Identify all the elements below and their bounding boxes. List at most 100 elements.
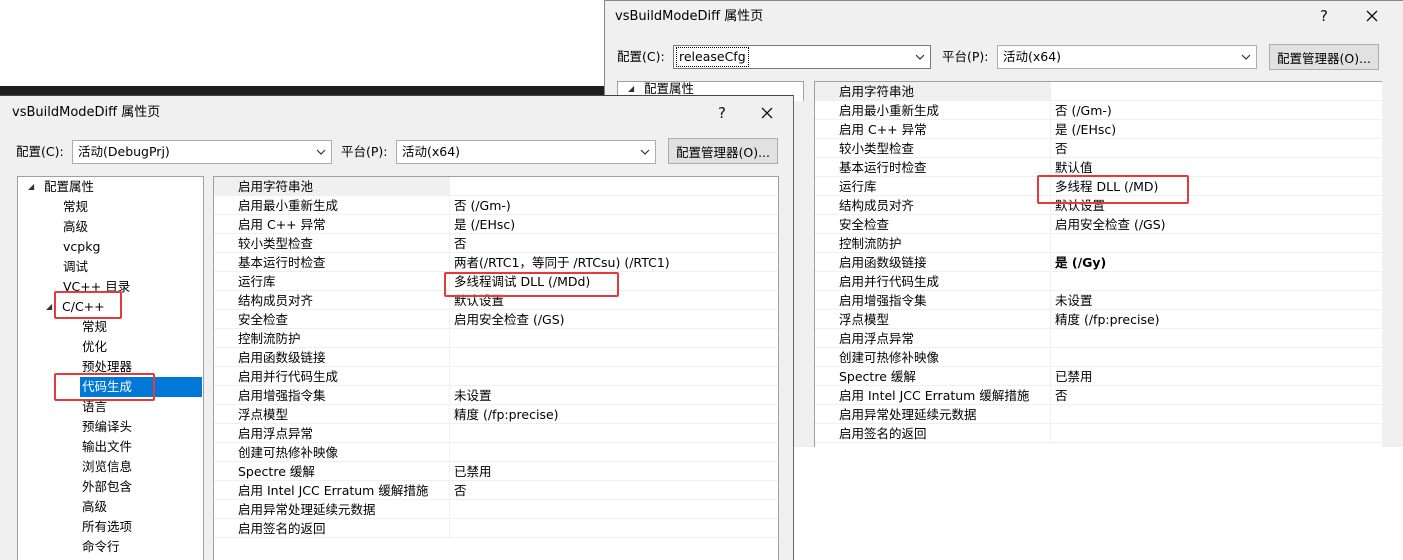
close-icon[interactable] [748, 100, 786, 126]
property-value[interactable]: 精度 (/fp:precise) [450, 405, 778, 424]
property-value[interactable] [450, 177, 778, 196]
property-value[interactable] [1051, 348, 1382, 367]
property-row[interactable]: 控制流防护 [815, 234, 1382, 253]
property-value[interactable]: 默认设置 [1051, 196, 1382, 215]
property-value[interactable]: 是 (/Gy) [1051, 253, 1382, 272]
property-value[interactable] [450, 443, 778, 462]
tree-item-item-0[interactable]: 配置属性 [42, 177, 96, 197]
help-icon[interactable]: ? [1305, 3, 1343, 29]
tree-item-item-14[interactable]: 浏览信息 [80, 457, 134, 477]
property-row[interactable]: 安全检查 启用安全检查 (/GS) [214, 310, 778, 329]
property-value[interactable]: 默认值 [1051, 158, 1382, 177]
property-row[interactable]: 运行库 多线程 DLL (/MD) [815, 177, 1382, 196]
property-value[interactable]: 多线程 DLL (/MD) [1051, 177, 1382, 196]
property-value[interactable] [450, 348, 778, 367]
property-value[interactable] [450, 519, 778, 538]
property-row[interactable]: 启用并行代码生成 [815, 272, 1382, 291]
property-value[interactable] [450, 500, 778, 519]
property-value[interactable] [450, 329, 778, 348]
property-row[interactable]: 启用 Intel JCC Erratum 缓解措施否 [815, 386, 1382, 405]
tree-item-item-17[interactable]: 所有选项 [80, 517, 134, 537]
property-value[interactable]: 两者(/RTC1，等同于 /RTCsu) (/RTC1) [450, 253, 778, 272]
tree-item-item-13[interactable]: 输出文件 [80, 437, 134, 457]
property-row[interactable]: 启用字符串池 [214, 177, 778, 196]
property-value[interactable]: 否 [1051, 386, 1382, 405]
close-icon[interactable] [1353, 3, 1391, 29]
property-value[interactable]: 否 (/Gm-) [450, 196, 778, 215]
tree-item-c-c-6[interactable]: C/C++ [60, 297, 107, 317]
property-row[interactable]: 启用签名的返回 [214, 519, 778, 538]
property-value[interactable]: 未设置 [450, 386, 778, 405]
config-select[interactable]: releaseCfg [673, 45, 931, 69]
property-row[interactable]: 启用浮点异常 [815, 329, 1382, 348]
property-value[interactable] [450, 367, 778, 386]
property-row[interactable]: 浮点模型 精度 (/fp:precise) [815, 310, 1382, 329]
property-value[interactable] [1051, 272, 1382, 291]
property-value[interactable] [450, 424, 778, 443]
property-row[interactable]: 控制流防护 [214, 329, 778, 348]
property-row[interactable]: 启用 C++ 异常是 (/EHsc) [214, 215, 778, 234]
property-row[interactable]: 启用最小重新生成否 (/Gm-) [815, 101, 1382, 120]
tree-item-item-15[interactable]: 外部包含 [80, 477, 134, 497]
property-row[interactable]: 基本运行时检查 默认值 [815, 158, 1382, 177]
property-value[interactable]: 否 [450, 481, 778, 500]
property-value[interactable]: 启用安全检查 (/GS) [450, 310, 778, 329]
property-value[interactable]: 否 [1051, 139, 1382, 158]
tree-item-item-8[interactable]: 优化 [80, 337, 109, 357]
tree-item-item-1[interactable]: 常规 [61, 197, 90, 217]
property-row[interactable]: 较小类型检查否 [815, 139, 1382, 158]
property-row[interactable]: 结构成员对齐 默认设置 [214, 291, 778, 310]
property-value[interactable]: 默认设置 [450, 291, 778, 310]
property-row[interactable]: 启用并行代码生成 [214, 367, 778, 386]
property-value[interactable]: 已禁用 [1051, 367, 1382, 386]
property-row[interactable]: 启用签名的返回 [815, 424, 1382, 443]
property-value[interactable]: 未设置 [1051, 291, 1382, 310]
tree-item-item-16[interactable]: 高级 [80, 497, 109, 517]
property-row[interactable]: 启用最小重新生成否 (/Gm-) [214, 196, 778, 215]
property-row[interactable]: 基本运行时检查 两者(/RTC1，等同于 /RTCsu) (/RTC1) [214, 253, 778, 272]
tree-item-item-4[interactable]: 调试 [61, 257, 90, 277]
tree-item-item-11[interactable]: 语言 [80, 397, 109, 417]
property-value[interactable] [1051, 424, 1382, 443]
tree-expand-icon[interactable]: ◢ [28, 177, 34, 197]
config-select[interactable]: 活动(DebugPrj) [72, 140, 332, 164]
property-row[interactable]: 启用异常处理延续元数据 [815, 405, 1382, 424]
property-value[interactable]: 精度 (/fp:precise) [1051, 310, 1382, 329]
tree-item-item-18[interactable]: 命令行 [80, 537, 122, 557]
property-row[interactable]: 较小类型检查否 [214, 234, 778, 253]
property-value[interactable]: 启用安全检查 (/GS) [1051, 215, 1382, 234]
property-row[interactable]: 启用字符串池 [815, 82, 1382, 101]
platform-select[interactable]: 活动(x64) [997, 45, 1257, 69]
property-row[interactable]: 运行库 多线程调试 DLL (/MDd) [214, 272, 778, 291]
property-value[interactable]: 否 [450, 234, 778, 253]
tree-item-item-9[interactable]: 预处理器 [80, 357, 134, 377]
property-row[interactable]: 启用函数级链接是 (/Gy) [815, 253, 1382, 272]
tree-expand-icon[interactable]: ◢ [46, 297, 52, 317]
property-row[interactable]: Spectre 缓解 已禁用 [815, 367, 1382, 386]
property-value[interactable] [1051, 405, 1382, 424]
property-row[interactable]: Spectre 缓解 已禁用 [214, 462, 778, 481]
property-value[interactable]: 是 (/EHsc) [1051, 120, 1382, 139]
tree-item-item-2[interactable]: 高级 [61, 217, 90, 237]
property-value[interactable]: 多线程调试 DLL (/MDd) [450, 272, 778, 291]
property-row[interactable]: 启用 C++ 异常是 (/EHsc) [815, 120, 1382, 139]
config-manager-button[interactable]: 配置管理器(O)... [668, 138, 778, 164]
property-value[interactable]: 已禁用 [450, 462, 778, 481]
property-value[interactable] [1051, 82, 1382, 101]
property-row[interactable]: 启用函数级链接 [214, 348, 778, 367]
property-value[interactable]: 否 (/Gm-) [1051, 101, 1382, 120]
tree-item-item-7[interactable]: 常规 [80, 317, 109, 337]
help-icon[interactable]: ? [703, 100, 741, 126]
property-row[interactable]: 安全检查 启用安全检查 (/GS) [815, 215, 1382, 234]
property-row[interactable]: 创建可热修补映像 [214, 443, 778, 462]
property-row[interactable]: 结构成员对齐 默认设置 [815, 196, 1382, 215]
property-row[interactable]: 启用增强指令集 未设置 [214, 386, 778, 405]
tree-item-item-12[interactable]: 预编译头 [80, 417, 134, 437]
property-row[interactable]: 启用浮点异常 [214, 424, 778, 443]
property-row[interactable]: 启用增强指令集 未设置 [815, 291, 1382, 310]
platform-select[interactable]: 活动(x64) [396, 140, 656, 164]
property-row[interactable]: 浮点模型 精度 (/fp:precise) [214, 405, 778, 424]
tree-item-vc-5[interactable]: VC++ 目录 [61, 277, 132, 297]
config-manager-button[interactable]: 配置管理器(O)... [1269, 44, 1379, 70]
tree-item-vcpkg-3[interactable]: vcpkg [61, 237, 102, 257]
